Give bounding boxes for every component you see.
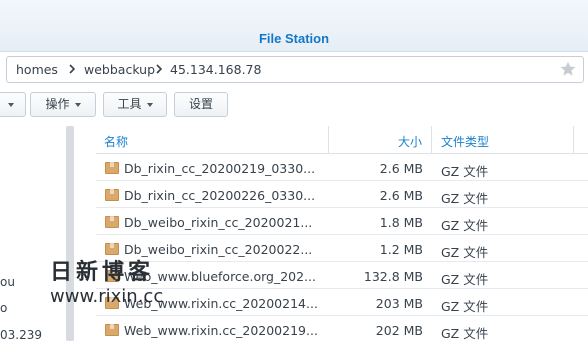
file-size: 202 MB bbox=[375, 323, 423, 338]
archive-file-icon bbox=[105, 216, 119, 228]
file-size: 132.8 MB bbox=[363, 269, 423, 284]
file-row[interactable]: Db_rixin_cc_20200219_0330... 2.6 MB GZ 文… bbox=[96, 154, 588, 181]
column-header-size[interactable]: 大小 bbox=[398, 133, 422, 150]
chevron-right-icon bbox=[69, 64, 76, 74]
breadcrumb-homes[interactable]: homes bbox=[16, 62, 58, 77]
archive-file-icon bbox=[105, 162, 119, 174]
file-list: 名称 大小 文件类型 Db_rixin_cc_20200219_0330... … bbox=[96, 126, 588, 341]
archive-file-icon bbox=[105, 297, 119, 309]
file-size: 2.6 MB bbox=[379, 161, 423, 176]
sidebar-item[interactable]: 03.239 bbox=[0, 328, 42, 341]
file-name: Db_rixin_cc_20200226_0330... bbox=[124, 188, 316, 203]
sidebar-item[interactable]: o bbox=[0, 301, 7, 315]
file-name: Db_weibo_rixin_cc_2020021... bbox=[124, 215, 313, 230]
file-row[interactable]: Web_www.rixin.cc_20200214... 203 MB GZ 文… bbox=[96, 289, 588, 316]
caret-down-icon bbox=[74, 102, 81, 107]
file-type: GZ 文件 bbox=[441, 164, 489, 179]
chevron-right-icon bbox=[156, 64, 163, 74]
breadcrumb-webbackup[interactable]: webbackup bbox=[84, 62, 155, 77]
tools-button-label: 工具 bbox=[117, 97, 142, 111]
file-row[interactable]: Db_weibo_rixin_cc_2020022... 1.2 MB GZ 文… bbox=[96, 235, 588, 262]
settings-button-label: 设置 bbox=[188, 97, 213, 111]
caret-down-icon bbox=[146, 102, 153, 107]
file-name: Web_www.blueforce.org_202... bbox=[124, 269, 316, 284]
file-name: Db_weibo_rixin_cc_2020022... bbox=[124, 242, 313, 257]
file-type: GZ 文件 bbox=[441, 326, 489, 341]
action-button-label: 操作 bbox=[45, 97, 70, 111]
settings-button[interactable]: 设置 bbox=[174, 92, 228, 117]
column-divider bbox=[328, 126, 329, 154]
file-size: 1.8 MB bbox=[379, 215, 423, 230]
file-row[interactable]: Web_www.rixin.cc_20200219... 202 MB GZ 文… bbox=[96, 316, 588, 341]
star-icon[interactable] bbox=[559, 59, 577, 79]
file-row[interactable]: Web_www.blueforce.org_202... 132.8 MB GZ… bbox=[96, 262, 588, 289]
file-size: 203 MB bbox=[375, 296, 423, 311]
column-header-type[interactable]: 文件类型 bbox=[441, 133, 489, 150]
column-header-name[interactable]: 名称 bbox=[104, 133, 128, 150]
path-bar[interactable]: homes webbackup 45.134.168.78 bbox=[6, 56, 584, 83]
file-name: Web_www.rixin.cc_20200219... bbox=[124, 323, 318, 338]
column-divider bbox=[431, 126, 432, 154]
action-button[interactable]: 操作 bbox=[30, 92, 96, 117]
window-title: File Station bbox=[258, 31, 330, 46]
column-divider bbox=[573, 126, 574, 154]
file-size: 1.2 MB bbox=[379, 242, 423, 257]
file-row[interactable]: Db_weibo_rixin_cc_2020021... 1.8 MB GZ 文… bbox=[96, 208, 588, 235]
file-list-header: 名称 大小 文件类型 bbox=[96, 126, 588, 154]
archive-file-icon bbox=[105, 189, 119, 201]
file-type: GZ 文件 bbox=[441, 191, 489, 206]
file-type: GZ 文件 bbox=[441, 272, 489, 287]
file-name: Db_rixin_cc_20200219_0330... bbox=[124, 161, 316, 176]
sidebar: ou o 03.239 bbox=[0, 126, 66, 341]
tools-button[interactable]: 工具 bbox=[103, 92, 167, 117]
file-name: Web_www.rixin.cc_20200214... bbox=[124, 296, 318, 311]
archive-file-icon bbox=[105, 243, 119, 255]
sidebar-scrollbar[interactable] bbox=[66, 126, 74, 341]
file-row[interactable]: Db_rixin_cc_20200226_0330... 2.6 MB GZ 文… bbox=[96, 181, 588, 208]
file-type: GZ 文件 bbox=[441, 245, 489, 260]
file-type: GZ 文件 bbox=[441, 218, 489, 233]
archive-file-icon bbox=[105, 270, 119, 282]
archive-file-icon bbox=[105, 324, 119, 336]
sidebar-item[interactable]: ou bbox=[0, 275, 15, 289]
partial-toolbar-button[interactable] bbox=[0, 92, 26, 117]
file-type: GZ 文件 bbox=[441, 299, 489, 314]
caret-down-icon bbox=[8, 102, 14, 107]
breadcrumb-current[interactable]: 45.134.168.78 bbox=[170, 62, 261, 77]
title-bar: File Station bbox=[0, 0, 588, 52]
file-size: 2.6 MB bbox=[379, 188, 423, 203]
